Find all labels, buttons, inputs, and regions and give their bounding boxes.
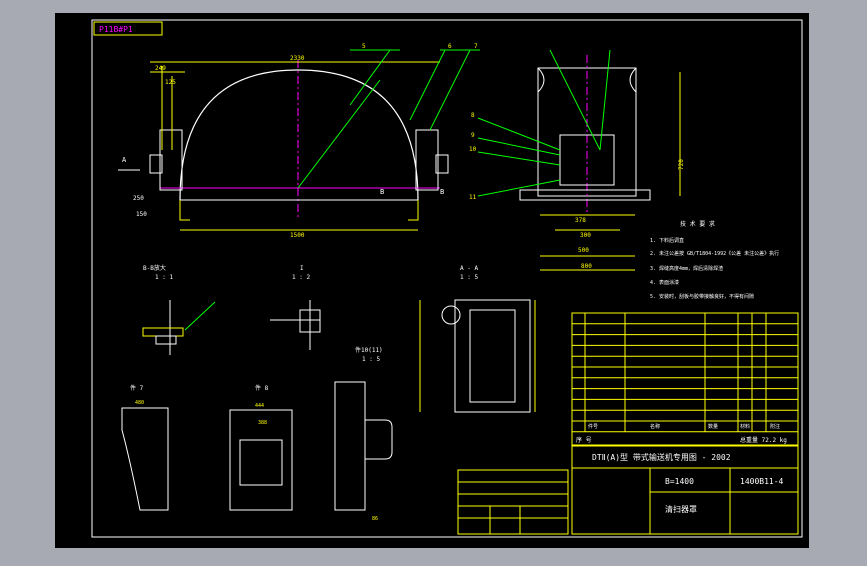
- dim-2330: 2330: [290, 55, 305, 62]
- part7-dim-top: 480: [135, 400, 144, 406]
- title-series: DTⅡ(A)型 带式输送机专用图 - 2002: [592, 452, 731, 462]
- bom-head-mat: 材料: [740, 423, 750, 430]
- bom-head-note: 附注: [770, 423, 780, 430]
- note-1: 1. 下料后调直: [650, 237, 684, 244]
- part1-scale: 1 : 2: [292, 274, 310, 281]
- title-name: 清扫器罩: [665, 504, 697, 514]
- dim-150-label: 150: [136, 211, 147, 218]
- note-3: 3. 焊缝高度4mm，焊后清除焊渣: [650, 265, 723, 272]
- bom-head-name: 名称: [650, 423, 660, 430]
- balloon-5: 5: [362, 43, 366, 50]
- balloon-6: 6: [448, 43, 452, 50]
- part1-label: I: [300, 265, 304, 272]
- part8-label: 件 8: [255, 384, 269, 392]
- dim-249: 249: [155, 65, 166, 72]
- note-5: 5. 安装时，刮板与胶带接触良好，不得有间隙: [650, 293, 754, 300]
- dim-500: 500: [578, 247, 589, 254]
- bom-row-header: 序 号: [576, 436, 592, 444]
- balloon-7: 7: [474, 43, 478, 50]
- view-b-left: B: [380, 188, 384, 196]
- note-2: 2. 未注公差按 GB/T1804-1992《公差 未注公差》执行: [650, 250, 779, 257]
- dim-125: 125: [165, 79, 176, 86]
- balloon-9: 9: [471, 132, 475, 139]
- dim-800: 800: [581, 263, 592, 270]
- dim-378: 378: [575, 217, 586, 224]
- balloon-11: 11: [469, 194, 477, 201]
- title-drawing-no: 1400B11-4: [740, 477, 784, 486]
- section-bb-label: B-B放大: [143, 264, 166, 272]
- drawing-sheet: P11B#P1 2330 1500 249 125 5 6 7 A B B 25…: [55, 13, 809, 548]
- total-weight: 总重量 72.2 kg: [740, 436, 787, 444]
- balloon-10: 10: [469, 146, 477, 153]
- part7-label: 件 7: [130, 384, 144, 392]
- cad-viewport: P11B#P1 2330 1500 249 125 5 6 7 A B B 25…: [0, 0, 867, 562]
- balloon-8: 8: [471, 112, 475, 119]
- part8-dim-inner: 388: [258, 420, 267, 426]
- dim-300-a: 300: [580, 232, 591, 239]
- notes-title: 技 术 要 求: [680, 220, 715, 228]
- bom-head-qty: 数量: [708, 423, 718, 430]
- dim-1500: 1500: [290, 232, 305, 239]
- dim-720: 720: [678, 159, 685, 170]
- aa-label: A - A: [460, 265, 478, 272]
- part11-scale: 1 : 5: [362, 356, 380, 363]
- dim-250-label: 250: [133, 195, 144, 202]
- part8-dim-top: 444: [255, 403, 264, 409]
- handle-dim-bottom: 86: [372, 516, 378, 522]
- aa-scale: 1 : 5: [460, 274, 478, 281]
- section-bb-scale: 1 : 1: [155, 274, 173, 281]
- view-b-right: B: [440, 188, 444, 196]
- code-box-text: P11B#P1: [99, 25, 133, 34]
- bom-head-no: 件号: [588, 423, 598, 430]
- part11-label: 件10(11): [355, 346, 383, 354]
- title-model: B=1400: [665, 477, 694, 486]
- note-4: 4. 表面涂漆: [650, 279, 679, 286]
